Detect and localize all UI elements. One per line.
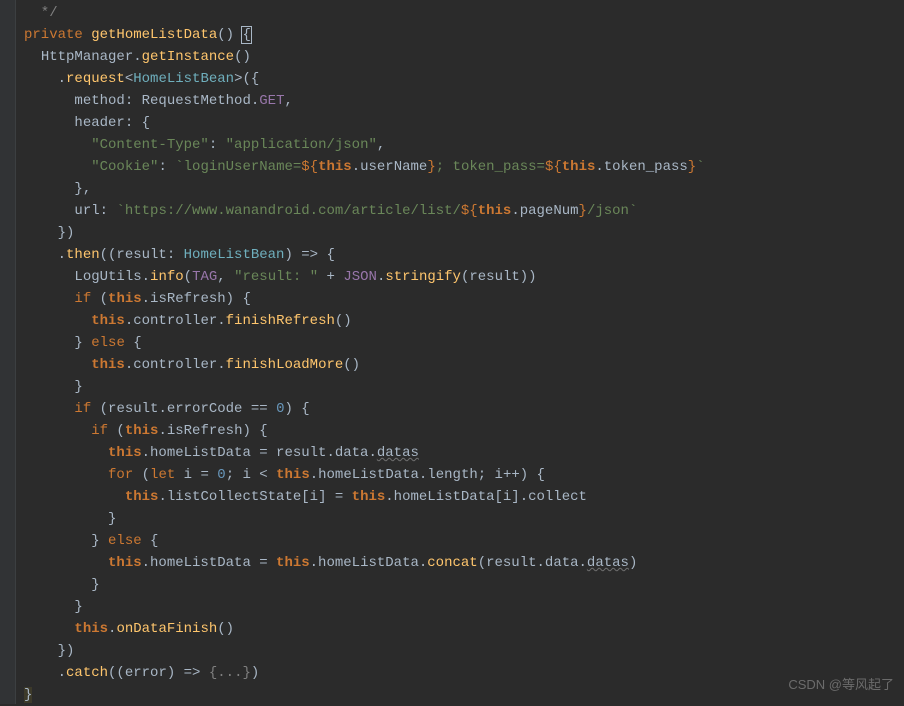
folded-region[interactable]: {...} — [209, 665, 251, 681]
watermark: CSDN @等风起了 — [788, 674, 894, 696]
cursor: { — [242, 27, 250, 43]
code-editor[interactable]: */ private getHomeListData() { HttpManag… — [0, 0, 904, 704]
fold-hint: */ — [24, 5, 58, 21]
keyword-private: private — [24, 27, 83, 43]
code-area[interactable]: */ private getHomeListData() { HttpManag… — [16, 0, 904, 704]
method-name: getHomeListData — [91, 27, 217, 43]
gutter — [0, 0, 16, 704]
